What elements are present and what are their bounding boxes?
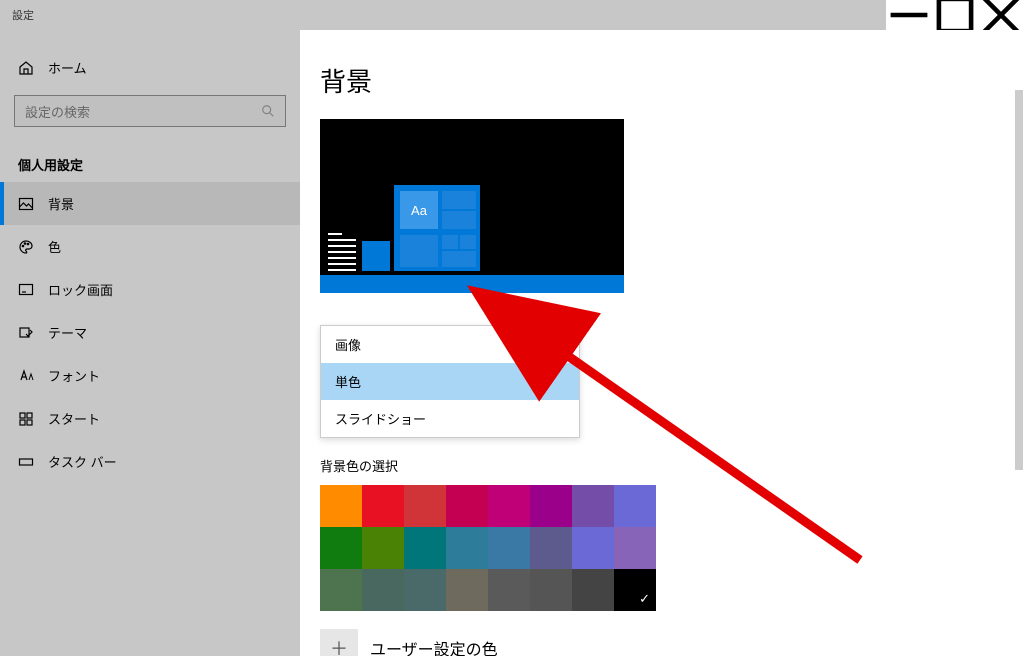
color-swatch[interactable] xyxy=(362,485,404,527)
themes-icon xyxy=(18,325,34,341)
sidebar-item-label: ロック画面 xyxy=(48,280,113,299)
custom-color-label: ユーザー設定の色 xyxy=(370,636,498,656)
sidebar-item-start[interactable]: スタート xyxy=(0,397,300,440)
color-swatch[interactable] xyxy=(614,485,656,527)
sidebar-item-background[interactable]: 背景 xyxy=(0,182,300,225)
maximize-button[interactable] xyxy=(932,0,978,30)
home-icon xyxy=(18,60,34,76)
sidebar-item-label: スタート xyxy=(48,409,100,428)
color-swatch[interactable] xyxy=(572,527,614,569)
sidebar-item-label: 色 xyxy=(48,237,61,256)
dropdown-option-image[interactable]: 画像 xyxy=(321,326,579,363)
color-swatch[interactable] xyxy=(320,569,362,611)
sidebar-item-themes[interactable]: テーマ xyxy=(0,311,300,354)
color-swatch[interactable] xyxy=(446,485,488,527)
color-swatch[interactable] xyxy=(530,485,572,527)
sidebar-item-label: タスク バー xyxy=(48,452,117,471)
dropdown-option-solid[interactable]: 単色 xyxy=(321,363,579,400)
sidebar-item-taskbar[interactable]: タスク バー xyxy=(0,440,300,483)
main-panel: 背景 Aa 画像 単色 スライドショー 背景色の選択 ＋ ユーザー設定の色 xyxy=(300,30,1024,656)
taskbar-icon xyxy=(18,454,34,470)
color-swatch[interactable] xyxy=(488,485,530,527)
scrollbar[interactable] xyxy=(1010,30,1024,656)
start-icon xyxy=(18,411,34,427)
add-custom-color-button[interactable]: ＋ xyxy=(320,629,358,656)
color-swatches xyxy=(320,485,1024,611)
sidebar-item-lockscreen[interactable]: ロック画面 xyxy=(0,268,300,311)
dropdown-option-slideshow[interactable]: スライドショー xyxy=(321,400,579,437)
preview-list-icon xyxy=(328,233,356,271)
app-title: 設定 xyxy=(0,7,34,23)
color-swatch[interactable] xyxy=(446,527,488,569)
color-swatch[interactable] xyxy=(572,569,614,611)
color-swatch[interactable] xyxy=(404,569,446,611)
page-title: 背景 xyxy=(320,62,1024,99)
color-swatch[interactable] xyxy=(404,485,446,527)
sidebar-item-label: 背景 xyxy=(48,194,74,213)
sidebar-item-fonts[interactable]: フォント xyxy=(0,354,300,397)
color-swatch[interactable] xyxy=(320,485,362,527)
color-swatch[interactable] xyxy=(572,485,614,527)
minimize-button[interactable] xyxy=(886,0,932,30)
color-swatch[interactable] xyxy=(488,527,530,569)
search-input[interactable]: 設定の検索 xyxy=(14,95,286,127)
search-icon xyxy=(261,104,275,118)
color-swatch[interactable] xyxy=(362,527,404,569)
home-link[interactable]: ホーム xyxy=(0,50,300,85)
titlebar: 設定 xyxy=(0,0,1024,30)
color-swatch[interactable] xyxy=(488,569,530,611)
bg-color-label: 背景色の選択 xyxy=(320,456,1024,475)
sidebar-item-colors[interactable]: 色 xyxy=(0,225,300,268)
palette-icon xyxy=(18,239,34,255)
sidebar-item-label: フォント xyxy=(48,366,100,385)
desktop-preview: Aa xyxy=(320,119,624,293)
color-swatch[interactable] xyxy=(446,569,488,611)
color-swatch[interactable] xyxy=(404,527,446,569)
lockscreen-icon xyxy=(18,282,34,298)
color-swatch[interactable] xyxy=(362,569,404,611)
color-swatch[interactable] xyxy=(614,569,656,611)
picture-icon xyxy=(18,196,34,212)
close-button[interactable] xyxy=(978,0,1024,30)
sidebar-item-label: テーマ xyxy=(48,323,87,342)
sidebar: ホーム 設定の検索 個人用設定 背景 色 ロック画面 テーマ フォント xyxy=(0,30,300,656)
color-swatch[interactable] xyxy=(530,569,572,611)
home-label: ホーム xyxy=(48,58,87,77)
section-title: 個人用設定 xyxy=(0,137,300,182)
color-swatch[interactable] xyxy=(320,527,362,569)
sample-text-tile: Aa xyxy=(400,191,438,229)
background-type-dropdown[interactable]: 画像 単色 スライドショー xyxy=(320,325,580,438)
scrollbar-thumb[interactable] xyxy=(1015,90,1023,470)
fonts-icon xyxy=(18,368,34,384)
search-placeholder: 設定の検索 xyxy=(25,102,90,121)
color-swatch[interactable] xyxy=(530,527,572,569)
color-swatch[interactable] xyxy=(614,527,656,569)
